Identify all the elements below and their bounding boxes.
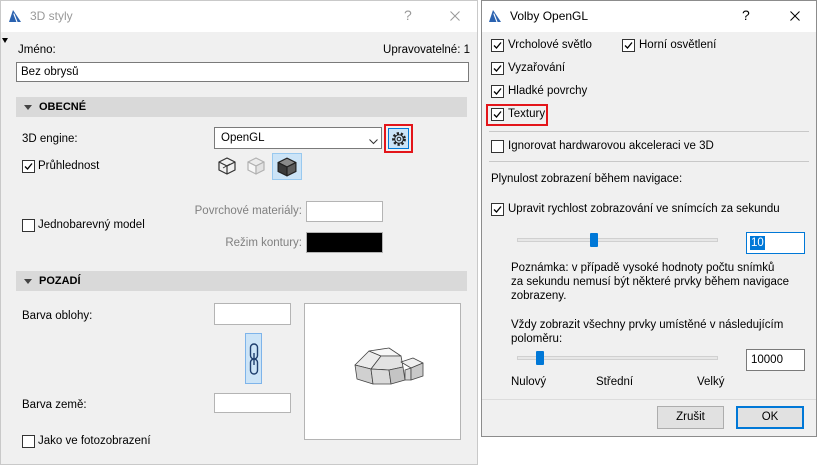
right-title-bar[interactable]: Volby OpenGL ?	[482, 1, 816, 32]
top-light-checkbox[interactable]	[622, 39, 635, 52]
sky-color-label: Barva oblohy:	[22, 310, 93, 322]
divider	[489, 131, 809, 132]
ignore-hw-acceleration-label: Ignorovat hardwarovou akceleraci ve 3D	[508, 140, 714, 152]
fps-slider-thumb[interactable]	[589, 233, 598, 247]
vertex-light-checkbox[interactable]	[491, 39, 504, 52]
contour-color-swatch[interactable]	[306, 232, 383, 253]
editable-count: Upravovatelné: 1	[383, 44, 470, 56]
navigation-smoothness-label: Plynulost zobrazení během navigace:	[491, 173, 683, 185]
radius-slider-thumb[interactable]	[535, 351, 544, 365]
divider	[489, 161, 809, 162]
ground-color-swatch[interactable]	[214, 393, 291, 413]
note-line-1: Poznámka: v případě vysoké hodnoty počtu…	[511, 262, 775, 274]
radius-label-line-2: poloměru:	[511, 333, 563, 345]
close-icon[interactable]	[790, 11, 800, 21]
background-preview	[304, 303, 461, 440]
hidden-line-mode-button[interactable]	[244, 154, 268, 178]
emission-checkbox[interactable]	[491, 62, 504, 75]
textures-label: Textury	[508, 108, 546, 120]
left-title-bar[interactable]: 3D styly ?	[1, 1, 477, 32]
left-dialog-title: 3D styly	[30, 9, 73, 23]
wireframe-mode-button[interactable]	[215, 154, 239, 178]
scale-label-mid: Střední	[596, 376, 634, 388]
name-label: Jméno:	[18, 44, 56, 56]
general-section-header[interactable]: OBECNÉ	[16, 97, 467, 117]
radius-value-input[interactable]: 10000	[746, 349, 805, 371]
opengl-options-dialog: Volby OpenGL ? Vrcholové světlo Horní os…	[481, 0, 817, 437]
gear-icon	[391, 131, 407, 150]
engine-dropdown[interactable]: OpenGL	[214, 127, 382, 149]
radius-label-line-1: Vždy zobrazit všechny prvky umístěné v n…	[511, 319, 784, 331]
adjust-fps-label: Upravit rychlost zobrazování ve snímcích…	[508, 203, 780, 215]
3d-preview-shape	[354, 347, 424, 385]
textures-checkbox[interactable]	[491, 108, 504, 121]
scale-label-max: Velký	[697, 376, 725, 388]
chevron-down-icon	[369, 136, 378, 148]
chain-link-icon	[249, 343, 259, 378]
contour-mode-label: Režim kontury:	[225, 237, 302, 249]
ground-color-label: Barva země:	[22, 399, 87, 411]
3d-styles-dialog: 3D styly ? Jméno: Upravovatelné: 1 OBECN…	[0, 0, 478, 465]
general-section-title: OBECNÉ	[39, 101, 87, 113]
transparency-checkbox[interactable]	[22, 160, 35, 173]
background-section-header[interactable]: POZADÍ	[16, 271, 467, 291]
cancel-button[interactable]: Zrušit	[657, 406, 724, 429]
shaded-mode-button[interactable]	[272, 153, 302, 180]
note-line-2: za sekundu nemusí být některé prvky běhe…	[511, 276, 790, 288]
fps-slider-track[interactable]	[517, 233, 718, 247]
photo-render-label: Jako ve fotozobrazení	[38, 435, 151, 447]
left-help-button[interactable]: ?	[404, 8, 412, 22]
transparency-label: Průhlednost	[38, 160, 100, 172]
link-colors-button[interactable]	[245, 333, 262, 384]
top-light-label: Horní osvětlení	[639, 39, 717, 51]
background-section-title: POZADÍ	[39, 275, 81, 287]
close-icon[interactable]	[450, 11, 460, 21]
engine-label: 3D engine:	[22, 133, 78, 145]
smooth-surfaces-checkbox[interactable]	[491, 85, 504, 98]
ignore-hw-acceleration-checkbox[interactable]	[491, 140, 504, 153]
wireframe-mode-icon	[218, 157, 236, 175]
surface-color-swatch[interactable]	[306, 201, 383, 222]
monochrome-label: Jednobarevný model	[38, 219, 145, 231]
shaded-mode-icon	[277, 157, 297, 177]
adjust-fps-checkbox[interactable]	[491, 203, 504, 216]
archicad-logo-icon	[8, 9, 22, 23]
engine-dropdown-value: OpenGL	[221, 132, 265, 144]
panel-toggle-icon[interactable]	[2, 38, 8, 43]
surface-materials-label: Povrchové materiály:	[194, 205, 302, 217]
radius-value-text: 10000	[751, 354, 783, 366]
fps-value-input[interactable]: 10	[746, 232, 805, 254]
sky-color-swatch[interactable]	[214, 303, 291, 325]
scale-label-min: Nulový	[511, 376, 547, 388]
right-help-button[interactable]: ?	[742, 8, 750, 22]
fps-value-selected-text: 10	[750, 236, 765, 250]
archicad-logo-icon	[488, 9, 502, 23]
note-line-3: zobrazeny.	[511, 290, 567, 302]
emission-label: Vyzařování	[508, 62, 566, 74]
hidden-line-mode-icon	[247, 157, 265, 175]
style-name-input[interactable]	[16, 62, 469, 82]
right-dialog-title: Volby OpenGL	[510, 9, 589, 23]
ok-button[interactable]: OK	[736, 406, 804, 429]
collapse-triangle-icon	[24, 279, 32, 284]
monochrome-checkbox[interactable]	[22, 219, 35, 232]
radius-slider-track[interactable]	[517, 351, 718, 365]
photo-render-checkbox[interactable]	[22, 435, 35, 448]
smooth-surfaces-label: Hladké povrchy	[508, 85, 588, 97]
engine-options-button[interactable]	[388, 128, 409, 149]
vertex-light-label: Vrcholové světlo	[508, 39, 592, 51]
collapse-triangle-icon	[24, 105, 32, 110]
